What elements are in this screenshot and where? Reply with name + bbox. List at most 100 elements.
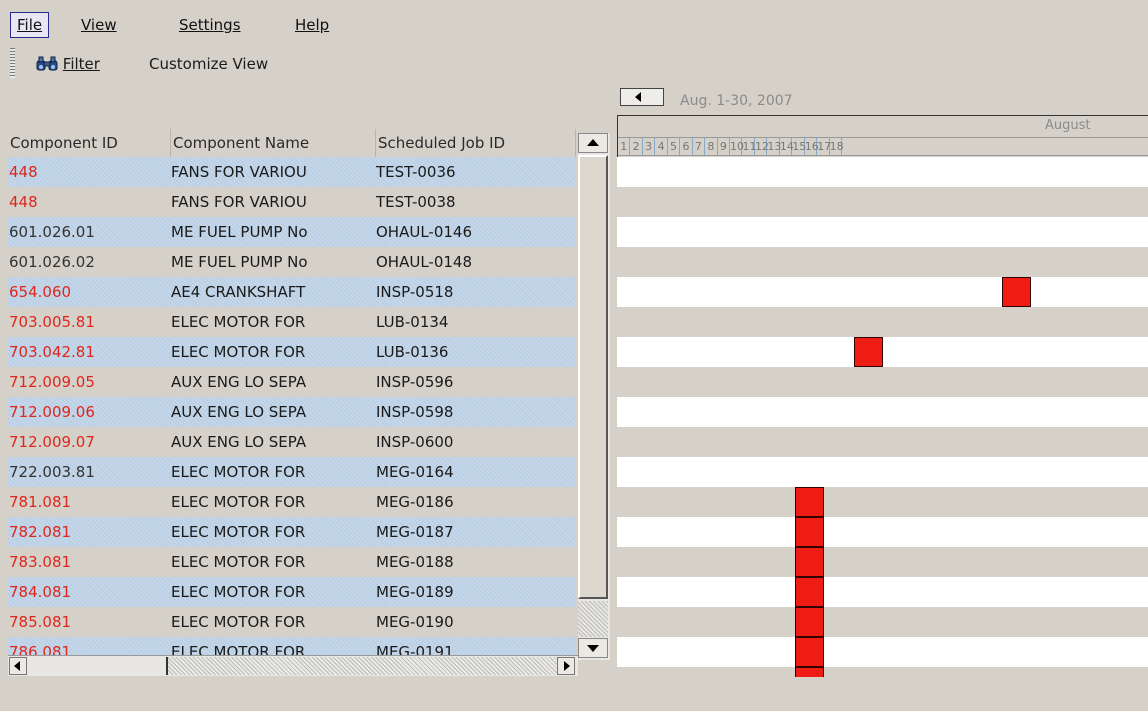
component-id-cell: 722.003.81: [9, 463, 95, 481]
table-row[interactable]: 601.026.01 ME FUEL PUMP No OHAUL-0146: [8, 217, 576, 247]
menu-file[interactable]: File: [10, 12, 50, 38]
vertical-scroll-thumb[interactable]: [578, 155, 608, 599]
scheduled-job-id-cell: OHAUL-0146: [376, 223, 473, 241]
scheduled-job-id-cell: LUB-0136: [376, 343, 449, 361]
menu-file-label: File: [17, 16, 43, 34]
horizontal-scroll-thumb[interactable]: [166, 657, 561, 675]
gantt-row: [617, 397, 1148, 427]
gantt-task-bar[interactable]: [795, 667, 824, 677]
scheduled-job-id-cell: MEG-0189: [376, 583, 454, 601]
table-row[interactable]: 703.042.81 ELEC MOTOR FOR LUB-0136: [8, 337, 576, 367]
gantt-day-label: 2: [630, 138, 643, 155]
component-name-cell: ELEC MOTOR FOR: [171, 583, 306, 601]
scroll-down-button[interactable]: [578, 638, 608, 658]
toolbar-grip[interactable]: [10, 48, 15, 78]
filter-label: Filter: [62, 55, 100, 73]
component-name-cell: ELEC MOTOR FOR: [171, 493, 306, 511]
component-id-cell: 712.009.06: [9, 403, 95, 421]
gantt-prev-button[interactable]: [620, 88, 664, 106]
gantt-row: [617, 547, 1148, 577]
customize-view-button[interactable]: Customize View: [149, 53, 268, 75]
gantt-day-label: 7: [693, 138, 706, 155]
table-row[interactable]: 712.009.06 AUX ENG LO SEPA INSP-0598: [8, 397, 576, 427]
gantt-task-bar[interactable]: [795, 607, 824, 637]
gantt-day-label: 4: [655, 138, 668, 155]
gantt-day-label: 8: [705, 138, 718, 155]
scheduled-job-id-cell: MEG-0188: [376, 553, 454, 571]
scheduled-job-id-cell: MEG-0190: [376, 613, 454, 631]
table-row[interactable]: 654.060 AE4 CRANKSHAFT INSP-0518: [8, 277, 576, 307]
table-row[interactable]: 712.009.07 AUX ENG LO SEPA INSP-0600: [8, 427, 576, 457]
component-name-cell: FANS FOR VARIOU: [171, 193, 307, 211]
component-id-cell: 601.026.01: [9, 223, 95, 241]
grid-vertical-scrollbar[interactable]: [578, 133, 610, 660]
scroll-left-button[interactable]: [9, 657, 27, 675]
table-row[interactable]: 712.009.05 AUX ENG LO SEPA INSP-0596: [8, 367, 576, 397]
table-row[interactable]: 784.081 ELEC MOTOR FOR MEG-0189: [8, 577, 576, 607]
table-row[interactable]: 703.005.81 ELEC MOTOR FOR LUB-0134: [8, 307, 576, 337]
component-name-cell: AE4 CRANKSHAFT: [171, 283, 306, 301]
scroll-right-button[interactable]: [557, 657, 575, 675]
gantt-day-label: 11: [742, 138, 757, 155]
scroll-up-button[interactable]: [578, 133, 608, 153]
component-name-cell: AUX ENG LO SEPA: [171, 403, 307, 421]
gantt-task-bar[interactable]: [795, 517, 824, 547]
scheduled-job-id-cell: MEG-0164: [376, 463, 454, 481]
gantt-day-label: 1: [618, 138, 631, 155]
column-header-component-id[interactable]: Component ID: [8, 129, 171, 157]
component-id-cell: 784.081: [9, 583, 72, 601]
menu-settings[interactable]: Settings: [173, 13, 247, 37]
gantt-row: [617, 607, 1148, 637]
gantt-day-label: 18: [829, 138, 844, 155]
gantt-day-label: 16: [804, 138, 819, 155]
scheduled-job-id-cell: MEG-0191: [376, 643, 454, 655]
table-row[interactable]: 722.003.81 ELEC MOTOR FOR MEG-0164: [8, 457, 576, 487]
vertical-scroll-track[interactable]: [578, 601, 608, 637]
menu-view[interactable]: View: [75, 13, 123, 37]
gantt-row: [617, 277, 1148, 307]
component-id-cell: 712.009.07: [9, 433, 95, 451]
gantt-task-bar[interactable]: [795, 637, 824, 667]
menu-help[interactable]: Help: [289, 13, 335, 37]
scheduled-job-id-cell: TEST-0036: [376, 163, 456, 181]
table-row[interactable]: 601.026.02 ME FUEL PUMP No OHAUL-0148: [8, 247, 576, 277]
gantt-row: [617, 247, 1148, 277]
menu-view-label: View: [81, 16, 117, 34]
component-name-cell: ELEC MOTOR FOR: [171, 613, 306, 631]
gantt-task-bar[interactable]: [795, 577, 824, 607]
gantt-row: [617, 457, 1148, 487]
column-header-component-name[interactable]: Component Name: [171, 129, 376, 157]
table-row[interactable]: 783.081 ELEC MOTOR FOR MEG-0188: [8, 547, 576, 577]
gantt-day-scale: 1 2 3 4 5 6 7 8 9 10 11 12 13 14 15 16 17 18: [618, 137, 1148, 156]
component-id-cell: 448: [9, 193, 38, 211]
gantt-chart-area[interactable]: [617, 157, 1148, 677]
table-row[interactable]: 785.081 ELEC MOTOR FOR MEG-0190: [8, 607, 576, 637]
table-row[interactable]: 782.081 ELEC MOTOR FOR MEG-0187: [8, 517, 576, 547]
gantt-date-range: Aug. 1-30, 2007: [680, 93, 793, 109]
scheduled-job-id-cell: INSP-0600: [376, 433, 454, 451]
scheduled-job-id-cell: INSP-0596: [376, 373, 454, 391]
gantt-task-bar[interactable]: [1001, 277, 1031, 307]
binoculars-icon: [36, 56, 58, 71]
table-row[interactable]: 786.081 ELEC MOTOR FOR MEG-0191: [8, 637, 576, 655]
gantt-day-label: 9: [718, 138, 731, 155]
table-row[interactable]: 448 FANS FOR VARIOU TEST-0036: [8, 157, 576, 187]
gantt-row: [617, 637, 1148, 667]
column-header-scheduled-job-id[interactable]: Scheduled Job ID: [376, 129, 576, 157]
gantt-task-bar[interactable]: [795, 547, 824, 577]
gantt-row: [617, 157, 1148, 187]
table-row[interactable]: 448 FANS FOR VARIOU TEST-0038: [8, 187, 576, 217]
gantt-task-bar[interactable]: [795, 487, 824, 517]
scheduled-job-id-cell: TEST-0038: [376, 193, 456, 211]
grid-horizontal-scrollbar[interactable]: [8, 655, 578, 676]
gantt-task-bar[interactable]: [854, 337, 883, 367]
filter-button[interactable]: Filter: [36, 53, 100, 75]
arrow-left-icon: [14, 661, 20, 671]
component-name-cell: ME FUEL PUMP No: [171, 253, 308, 271]
table-row[interactable]: 781.081 ELEC MOTOR FOR MEG-0186: [8, 487, 576, 517]
component-name-cell: ME FUEL PUMP No: [171, 223, 308, 241]
component-name-cell: ELEC MOTOR FOR: [171, 343, 306, 361]
component-id-cell: 654.060: [9, 283, 72, 301]
component-name-cell: ELEC MOTOR FOR: [171, 523, 306, 541]
scheduled-job-id-cell: INSP-0518: [376, 283, 454, 301]
